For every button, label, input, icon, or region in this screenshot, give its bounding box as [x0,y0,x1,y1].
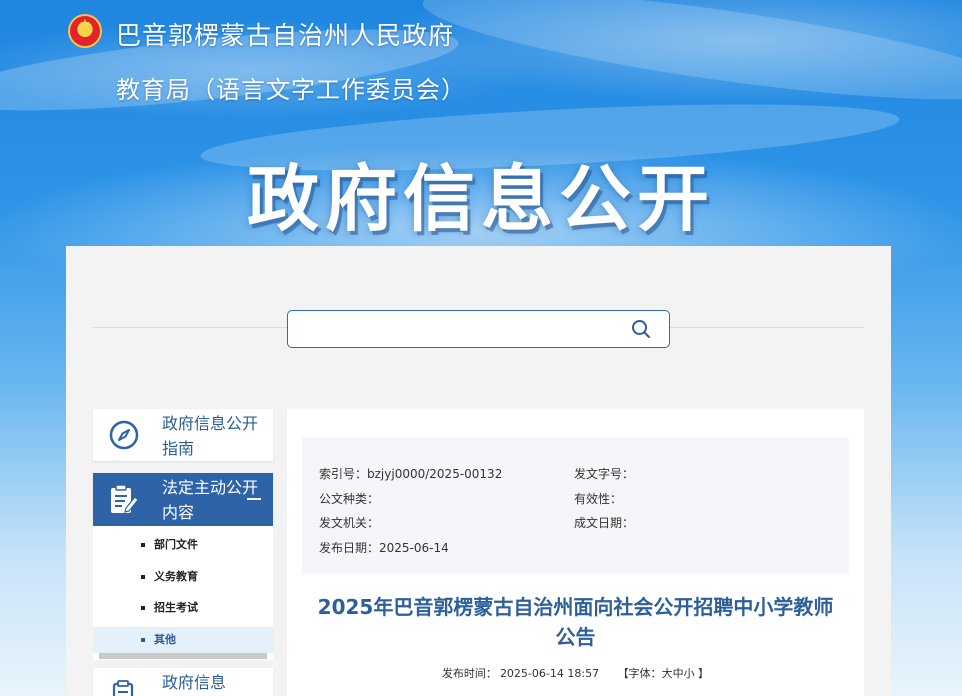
meta-label: 成文日期： [574,516,635,530]
sub-item-label: 其他 [154,633,176,646]
meta-label: 发文机关： [319,516,380,530]
font-large-link[interactable]: 大 [662,667,673,680]
sub-item-department-files[interactable]: 部门文件 [93,532,273,558]
publish-info: 发布时间： 2025-06-14 18:57 【字体：大中小 】 [287,665,864,681]
national-emblem-icon [68,14,102,48]
font-size-close: 】 [694,667,710,680]
meta-doc-number: 发文字号： [574,465,634,482]
article-content: 索引号：bzjyj0000/2025-00132 发文字号： 公文种类： 有效性… [287,409,864,696]
meta-label: 有效性： [574,492,623,506]
sidebar-item-label: 政府信息 [162,673,227,692]
meta-value: 2025-06-14 [379,541,449,555]
bullet-icon [141,575,145,579]
sub-item-label: 义务教育 [154,570,198,583]
sidebar-item-guide[interactable]: 政府信息公开指南 [93,409,273,461]
bullet-icon [141,606,145,610]
pub-time-value: 2025-06-14 18:57 [499,667,600,680]
meta-created-date: 成文日期： [574,514,634,531]
banner-streak [418,0,962,122]
meta-category: 公文种类： [319,490,379,507]
sub-list-scrollbar[interactable] [99,653,267,659]
search-box[interactable] [287,310,670,348]
sub-item-other[interactable]: 其他 [93,627,273,653]
sidebar-item-statutory-content[interactable]: 法定主动公开内容 [93,473,273,526]
bullet-icon [141,638,145,642]
font-small-link[interactable]: 小 [684,667,695,680]
document-edit-icon [111,484,139,513]
meta-label: 发布日期： [319,541,380,555]
sidebar-item-label: 政府信息公开指南 [162,414,259,458]
pub-time-label: 发布时间： [441,667,497,680]
bullet-icon [141,543,145,547]
sidebar-item-label: 法定主动公开内容 [162,478,259,522]
sidebar-sub-list: 部门文件 义务教育 招生考试 其他 [93,526,273,660]
meta-label: 公文种类： [319,492,380,506]
sub-item-admission-exams[interactable]: 招生考试 [93,595,273,621]
sub-item-compulsory-education[interactable]: 义务教育 [93,564,273,590]
meta-publish-date: 发布日期：2025-06-14 [319,539,449,556]
meta-label: 索引号： [319,467,368,481]
font-medium-link[interactable]: 中 [673,667,684,680]
meta-index: 索引号：bzjyj0000/2025-00132 [319,465,502,482]
hero-title: 政府信息公开 [246,157,715,241]
meta-issuer: 发文机关： [319,514,379,531]
collapse-icon[interactable] [247,498,261,500]
site-title[interactable]: 巴音郭楞蒙古自治州人民政府 [116,16,454,52]
meta-validity: 有效性： [574,490,622,507]
meta-label: 发文字号： [574,467,635,481]
sub-item-label: 招生考试 [154,601,198,614]
document-meta-box: 索引号：bzjyj0000/2025-00132 发文字号： 公文种类： 有效性… [302,437,849,574]
document-icon [112,680,134,696]
search-icon[interactable] [631,319,651,339]
font-size-label: 【字体： [617,667,662,680]
main-panel: 政府信息公开指南 法定主动公开内容 部门文件 义务教育 招生考试 其他 政府信息… [66,246,891,696]
document-title: 2025年巴音郭楞蒙古自治州面向社会公开招聘中小学教师公告 [317,595,834,649]
sub-item-label: 部门文件 [154,538,198,551]
site-subtitle[interactable]: 教育局（语言文字工作委员会） [116,70,466,105]
search-input[interactable] [296,317,616,341]
compass-icon [109,420,139,450]
meta-value: bzjyj0000/2025-00132 [367,467,503,481]
sidebar-item-gov-info[interactable]: 政府信息 [93,668,273,696]
